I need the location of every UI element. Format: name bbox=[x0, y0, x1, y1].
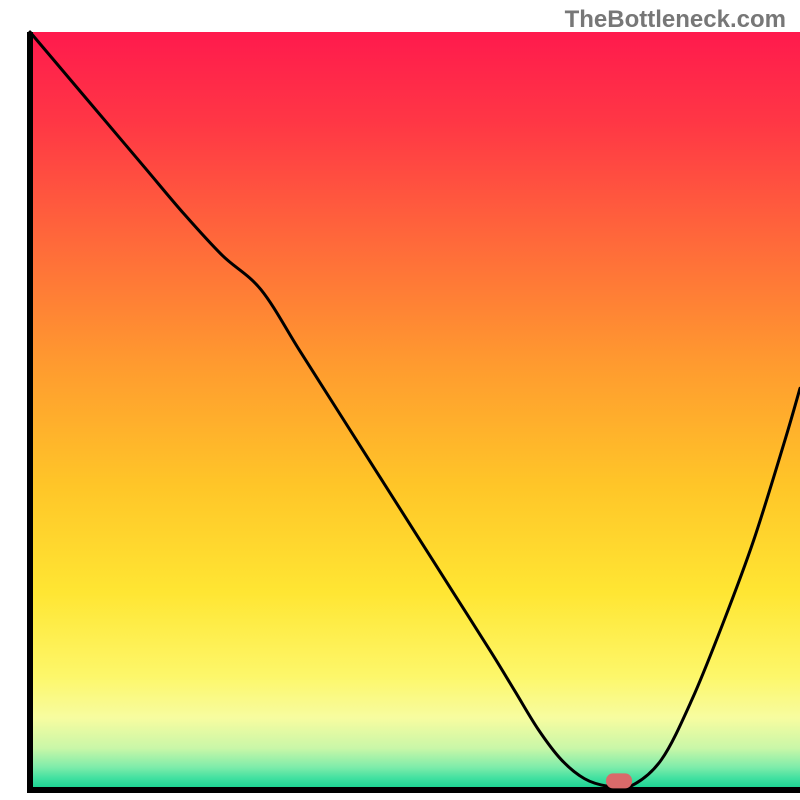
optimal-point-marker bbox=[606, 773, 632, 788]
bottleneck-chart bbox=[0, 0, 800, 800]
chart-background bbox=[30, 32, 800, 790]
watermark-text: TheBottleneck.com bbox=[565, 6, 786, 34]
chart-container: { "watermark": "TheBottleneck.com", "cha… bbox=[0, 0, 800, 800]
